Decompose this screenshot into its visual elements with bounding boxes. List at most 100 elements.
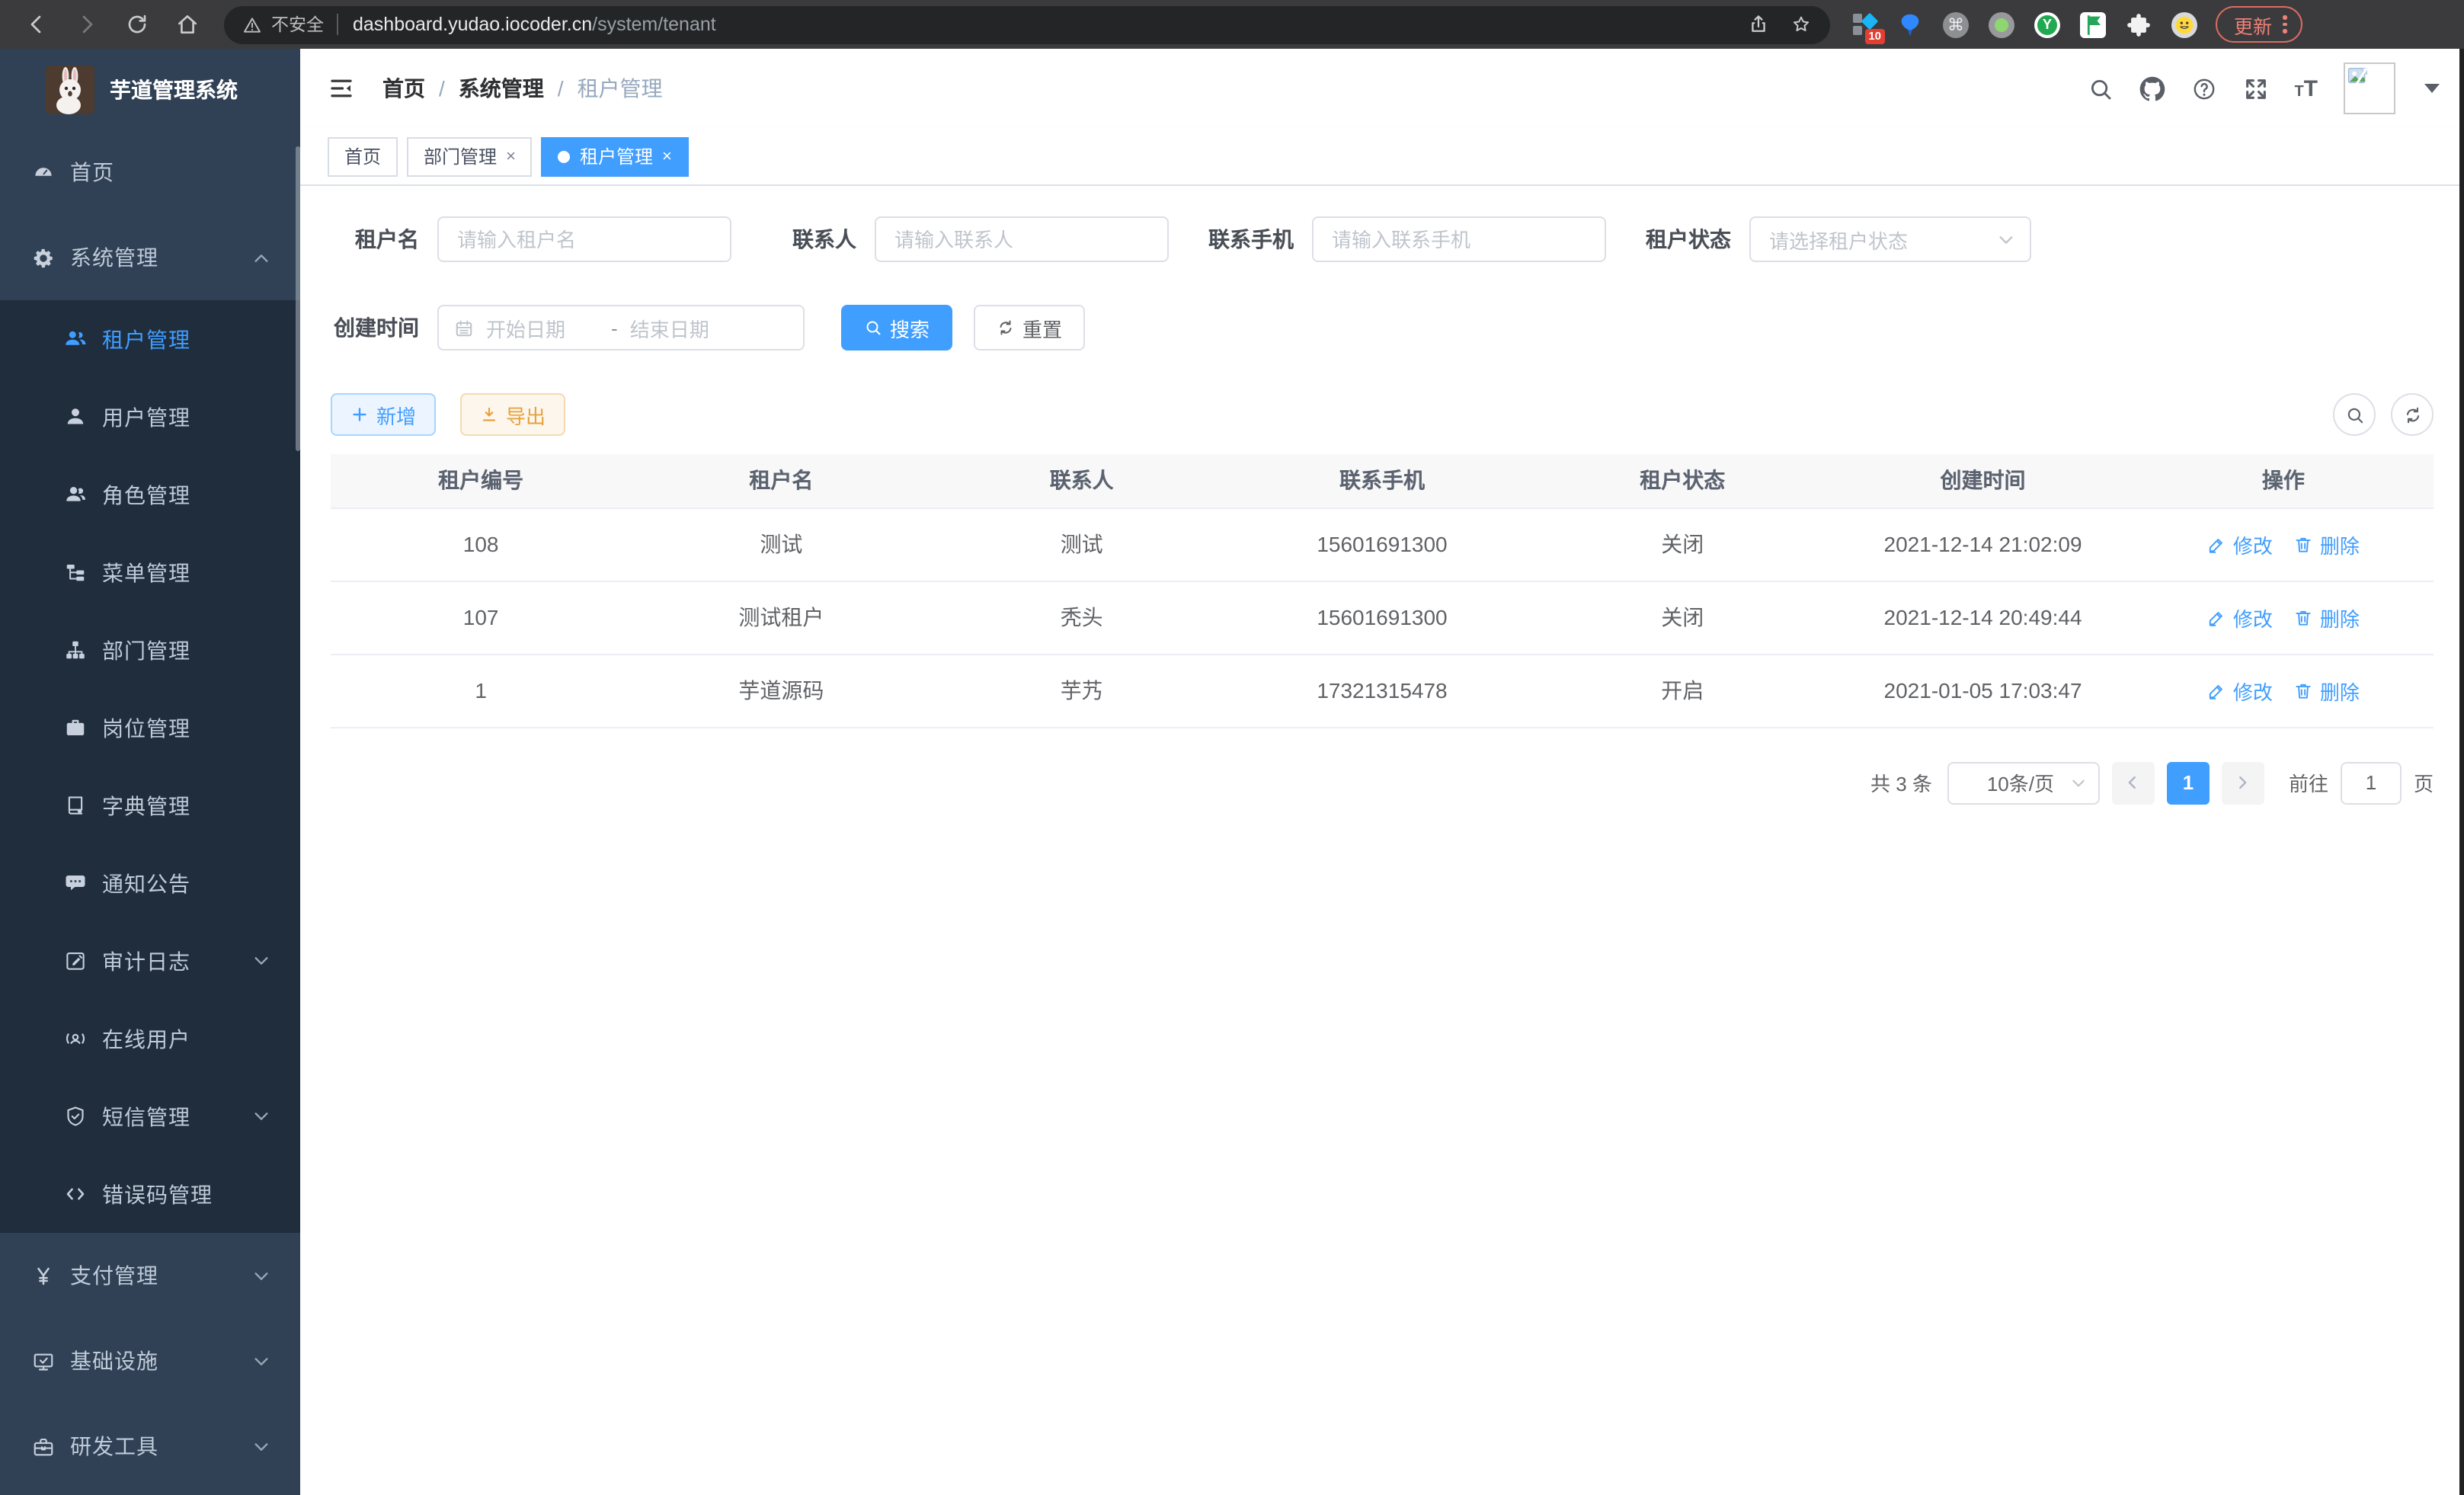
page-size-select[interactable]: 10条/页 bbox=[1947, 761, 2100, 804]
sidebar-item-user[interactable]: 用户管理 bbox=[0, 378, 300, 456]
sidebar-item-notice[interactable]: 通知公告 bbox=[0, 844, 300, 922]
tenant-name-input[interactable] bbox=[437, 216, 731, 262]
chevron-down-icon bbox=[1998, 231, 2014, 248]
table-cell: 2021-12-14 20:49:44 bbox=[1832, 581, 2133, 654]
sidebar-item-auditlog[interactable]: 审计日志 bbox=[0, 922, 300, 1000]
status-select[interactable]: 请选择租户状态 bbox=[1749, 216, 2031, 262]
sidebar-item-dept[interactable]: 部门管理 bbox=[0, 611, 300, 689]
github-icon[interactable] bbox=[2139, 75, 2165, 101]
logo-image bbox=[46, 65, 94, 114]
sidebar-item-role[interactable]: 角色管理 bbox=[0, 456, 300, 533]
prev-page-button[interactable] bbox=[2112, 761, 2155, 804]
table-row: 108测试测试15601691300关闭2021-12-14 21:02:09修… bbox=[331, 507, 2434, 581]
trash-icon bbox=[2294, 534, 2314, 554]
contact-input[interactable] bbox=[875, 216, 1169, 262]
export-button[interactable]: 导出 bbox=[460, 393, 565, 436]
sidebar-item-dict[interactable]: 字典管理 bbox=[0, 767, 300, 844]
sidebar-item-system[interactable]: 系统管理 bbox=[0, 215, 300, 300]
tab-租户管理[interactable]: 租户管理× bbox=[542, 136, 689, 176]
log-icon bbox=[64, 949, 87, 972]
extension-y-icon[interactable] bbox=[2034, 11, 2060, 37]
edit-icon bbox=[2207, 607, 2227, 627]
create-time-range-picker[interactable]: 开始日期 - 结束日期 bbox=[437, 305, 805, 351]
sidebar-item-online[interactable]: 在线用户 bbox=[0, 1000, 300, 1077]
tab-首页[interactable]: 首页 bbox=[328, 136, 398, 176]
page-suffix: 页 bbox=[2414, 768, 2434, 797]
extensions-puzzle-icon[interactable] bbox=[2126, 11, 2152, 37]
profile-avatar-icon[interactable] bbox=[2171, 11, 2197, 37]
edit-link[interactable]: 修改 bbox=[2207, 676, 2273, 705]
close-tab-icon[interactable]: × bbox=[506, 147, 516, 165]
home-icon[interactable] bbox=[175, 12, 200, 37]
actions-cell: 修改删除 bbox=[2133, 654, 2434, 727]
edit-icon bbox=[2207, 534, 2227, 554]
avatar-dropdown-icon[interactable] bbox=[2424, 84, 2440, 93]
forward-icon[interactable] bbox=[75, 12, 99, 37]
breadcrumb-item[interactable]: 系统管理 bbox=[459, 73, 544, 104]
sidebar-item-label: 错误码管理 bbox=[102, 1179, 276, 1209]
code-icon bbox=[64, 1183, 87, 1205]
bookmark-star-icon[interactable] bbox=[1790, 14, 1812, 35]
breadcrumb-separator: / bbox=[558, 76, 564, 101]
sidebar-item-post[interactable]: 岗位管理 bbox=[0, 689, 300, 767]
chevron-down-icon bbox=[253, 952, 270, 969]
edit-link[interactable]: 修改 bbox=[2207, 603, 2273, 632]
sidebar-item-devtool[interactable]: 研发工具 bbox=[0, 1404, 300, 1489]
breadcrumb-item[interactable]: 首页 bbox=[382, 73, 425, 104]
sidebar-item-label: 部门管理 bbox=[102, 635, 276, 665]
sidebar-item-errcode[interactable]: 错误码管理 bbox=[0, 1155, 300, 1233]
goto-page-input[interactable] bbox=[2341, 761, 2402, 804]
search-icon[interactable] bbox=[2087, 75, 2113, 101]
extension-recorder-icon[interactable] bbox=[1989, 11, 2014, 37]
browser-update-button[interactable]: 更新 bbox=[2216, 6, 2302, 43]
font-size-icon[interactable]: TT bbox=[2294, 75, 2318, 101]
table-cell: 15601691300 bbox=[1232, 581, 1532, 654]
sidebar-item-pay[interactable]: 支付管理 bbox=[0, 1233, 300, 1318]
edit-link[interactable]: 修改 bbox=[2207, 530, 2273, 559]
browser-menu-icon[interactable] bbox=[2283, 16, 2286, 34]
chevron-down-icon bbox=[253, 1267, 270, 1284]
extension-tab-manager-icon[interactable]: 10 bbox=[1851, 11, 1877, 37]
tenant-page: 租户名 联系人 联系手机 租户状态 请选择租户状态 bbox=[300, 186, 2464, 1495]
gear-icon bbox=[32, 246, 55, 269]
next-page-button[interactable] bbox=[2222, 761, 2264, 804]
address-bar[interactable]: 不安全 dashboard.yudao.iocoder.cn/system/te… bbox=[224, 5, 1830, 43]
close-tab-icon[interactable]: × bbox=[662, 147, 672, 165]
table-cell: 2021-12-14 21:02:09 bbox=[1832, 507, 2133, 581]
reload-icon[interactable] bbox=[125, 12, 149, 37]
app-logo[interactable]: 芋道管理系统 bbox=[0, 49, 300, 130]
collapse-menu-icon[interactable] bbox=[328, 75, 355, 102]
delete-link[interactable]: 删除 bbox=[2294, 530, 2360, 559]
column-header: 租户状态 bbox=[1532, 454, 1832, 507]
delete-link[interactable]: 删除 bbox=[2294, 603, 2360, 632]
sidebar-item-sms[interactable]: 短信管理 bbox=[0, 1077, 300, 1155]
user-icon bbox=[64, 405, 87, 428]
sidebar-item-tenant[interactable]: 租户管理 bbox=[0, 300, 300, 378]
briefcase-icon bbox=[64, 716, 87, 739]
delete-link[interactable]: 删除 bbox=[2294, 676, 2360, 705]
sidebar-scrollbar[interactable] bbox=[296, 146, 300, 451]
toggle-search-button[interactable] bbox=[2333, 393, 2376, 436]
current-page[interactable]: 1 bbox=[2167, 761, 2210, 804]
sidebar-item-infra[interactable]: 基础设施 bbox=[0, 1318, 300, 1404]
search-button[interactable]: 搜索 bbox=[841, 305, 952, 351]
yen-icon bbox=[32, 1264, 55, 1287]
fullscreen-icon[interactable] bbox=[2242, 75, 2268, 101]
tab-label: 首页 bbox=[344, 143, 381, 169]
sidebar-item-home[interactable]: 首页 bbox=[0, 130, 300, 215]
share-icon[interactable] bbox=[1748, 14, 1769, 35]
back-icon[interactable] bbox=[24, 12, 49, 37]
security-label[interactable]: 不安全 bbox=[271, 12, 324, 37]
extension-command-icon[interactable]: ⌘ bbox=[1943, 11, 1969, 37]
refresh-table-button[interactable] bbox=[2391, 393, 2434, 436]
mobile-input[interactable] bbox=[1312, 216, 1606, 262]
extension-flag-icon[interactable] bbox=[2080, 11, 2106, 37]
reset-button[interactable]: 重置 bbox=[974, 305, 1085, 351]
avatar[interactable] bbox=[2344, 62, 2395, 114]
tab-部门管理[interactable]: 部门管理× bbox=[407, 136, 533, 176]
help-icon[interactable] bbox=[2190, 75, 2216, 101]
total-count: 共 3 条 bbox=[1870, 768, 1932, 797]
sidebar-item-menu[interactable]: 菜单管理 bbox=[0, 533, 300, 611]
add-button[interactable]: 新增 bbox=[331, 393, 436, 436]
extension-balloon-icon[interactable] bbox=[1897, 11, 1923, 37]
